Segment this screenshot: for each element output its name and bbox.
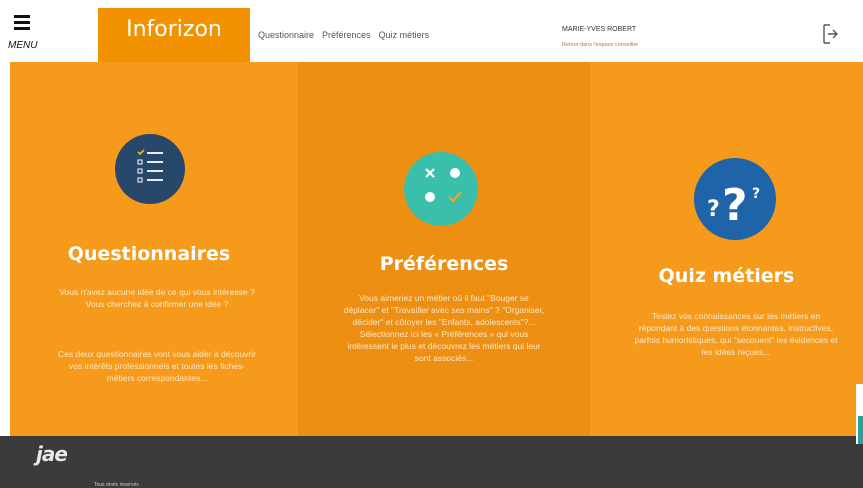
svg-text:?: ? bbox=[722, 180, 748, 231]
main-nav: Questionnaire Préférences Quiz métiers bbox=[258, 30, 429, 40]
footer-logo[interactable]: jae bbox=[36, 442, 68, 466]
corner-tab[interactable] bbox=[858, 416, 863, 444]
questionnaires-text-1: Vous n'avez aucune idée de ce qui vous i… bbox=[59, 287, 255, 309]
back-to-advisor-link[interactable]: Retour dans l'espace conseiller bbox=[562, 42, 638, 48]
menu-button[interactable]: MENU bbox=[8, 12, 48, 58]
footer: jae Tous droits réservés bbox=[0, 436, 863, 488]
left-edge-strip bbox=[0, 62, 10, 436]
question-marks-icon: ? ? ? bbox=[694, 158, 776, 240]
nav-questionnaire[interactable]: Questionnaire bbox=[258, 30, 314, 40]
checklist-icon bbox=[115, 134, 185, 204]
svg-text:?: ? bbox=[707, 197, 720, 222]
questionnaires-text-2: Ces deux questionnaires vont vous aider … bbox=[58, 349, 256, 383]
hamburger-icon bbox=[14, 15, 30, 33]
quiz-metiers-text: Testez vos connaissances sur les métiers… bbox=[634, 311, 838, 357]
nav-quiz-metiers[interactable]: Quiz métiers bbox=[379, 30, 430, 40]
questionnaires-panel[interactable]: Questionnaires Vous n'avez aucune idée d… bbox=[0, 62, 298, 436]
user-name: MARIE-YVES ROBERT bbox=[562, 26, 637, 33]
preferences-icon bbox=[404, 152, 478, 226]
nav-preferences[interactable]: Préférences bbox=[322, 30, 371, 40]
preferences-panel[interactable]: Préférences Vous aimeriez un métier où i… bbox=[298, 62, 590, 436]
menu-label: MENU bbox=[8, 40, 38, 51]
footer-copyright: Tous droits réservés bbox=[94, 482, 139, 488]
preferences-title[interactable]: Préférences bbox=[298, 253, 590, 275]
questionnaires-title[interactable]: Questionnaires bbox=[0, 243, 298, 265]
app-logo[interactable]: Inforizon bbox=[98, 8, 250, 62]
logout-icon[interactable] bbox=[822, 24, 838, 44]
svg-text:?: ? bbox=[752, 186, 760, 202]
top-header: MENU Inforizon Questionnaire Préférences… bbox=[0, 0, 863, 62]
quiz-metiers-title[interactable]: Quiz métiers bbox=[590, 265, 863, 287]
quiz-metiers-panel[interactable]: ? ? ? Quiz métiers Testez vos connaissan… bbox=[590, 62, 863, 436]
preferences-text: Vous aimeriez un métier où il faut "Boug… bbox=[343, 293, 545, 363]
